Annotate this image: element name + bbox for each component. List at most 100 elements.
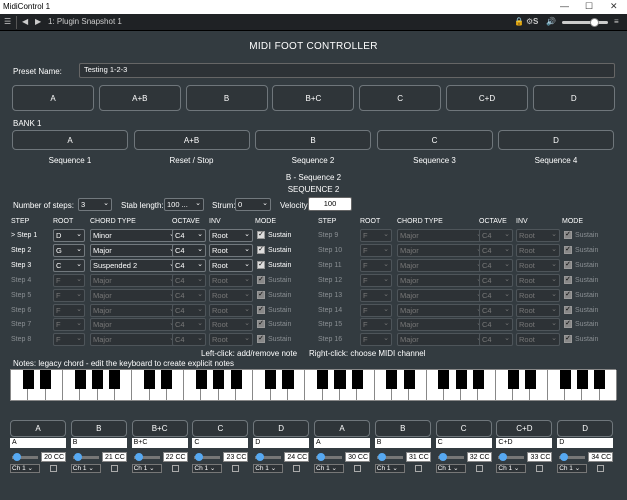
step-octave-select[interactable]: C4 ⌄ bbox=[479, 333, 513, 347]
stab-select[interactable]: 100 ... ⌄ bbox=[164, 198, 204, 211]
step-inv-select[interactable]: Root ⌄ bbox=[516, 303, 560, 317]
midi-channel-select[interactable]: Ch 1 ⌄ bbox=[70, 464, 101, 473]
black-key[interactable] bbox=[195, 370, 207, 389]
step-chord-select[interactable]: Major⌄ bbox=[397, 243, 485, 257]
cc-number-field[interactable]: 30 CC bbox=[345, 452, 370, 462]
sustain-checkbox[interactable]: ✓ bbox=[257, 290, 265, 299]
cc-number-field[interactable]: 32 CC bbox=[466, 452, 492, 462]
velocity-input[interactable]: 100 bbox=[308, 197, 352, 211]
cc-slider[interactable] bbox=[71, 453, 101, 462]
top-button-c[interactable]: C bbox=[359, 85, 442, 111]
black-key[interactable] bbox=[403, 370, 415, 389]
black-key[interactable] bbox=[143, 370, 156, 389]
bank-button-b[interactable]: B bbox=[255, 130, 371, 150]
step-chord-select[interactable]: Major⌄ bbox=[90, 333, 178, 347]
sustain-checkbox[interactable]: ✓ bbox=[564, 231, 572, 239]
footswitch-name-field[interactable]: B bbox=[374, 438, 431, 448]
footswitch-button[interactable]: B+C bbox=[131, 420, 188, 437]
cc-number-field[interactable]: 20 CC bbox=[41, 452, 66, 462]
volume-knob[interactable] bbox=[590, 18, 599, 27]
black-key[interactable] bbox=[213, 370, 225, 389]
cc-number-field[interactable]: 22 CC bbox=[162, 452, 188, 462]
footswitch-button[interactable]: C bbox=[435, 420, 492, 437]
black-key[interactable] bbox=[40, 370, 52, 389]
settings-icon[interactable]: ☰ bbox=[4, 17, 11, 26]
cc-slider[interactable] bbox=[375, 453, 405, 462]
step-inv-select[interactable]: Root ⌄ bbox=[209, 318, 253, 332]
top-button-b[interactable]: B bbox=[185, 85, 268, 111]
step-root-select[interactable]: G ⌄ bbox=[53, 243, 85, 257]
footswitch-button[interactable]: C bbox=[192, 420, 249, 437]
midi-channel-select[interactable]: Ch 1 ⌄ bbox=[192, 464, 223, 473]
step-inv-select[interactable]: Root ⌄ bbox=[516, 318, 560, 332]
cc-number-field[interactable]: 24 CC bbox=[284, 452, 310, 462]
top-button-d[interactable]: D bbox=[532, 85, 615, 111]
step-chord-select[interactable]: Major⌄ bbox=[90, 273, 178, 287]
bank-button-c[interactable]: C bbox=[376, 130, 493, 150]
footswitch-name-field[interactable]: B bbox=[70, 438, 127, 448]
step-root-select[interactable]: F ⌄ bbox=[360, 273, 392, 287]
black-key[interactable] bbox=[594, 370, 606, 389]
step-chord-select[interactable]: Major⌄ bbox=[90, 243, 178, 257]
step-octave-select[interactable]: C4 ⌄ bbox=[479, 303, 513, 317]
cc-slider[interactable] bbox=[10, 453, 40, 462]
step-root-select[interactable]: F ⌄ bbox=[53, 303, 85, 317]
step-inv-select[interactable]: Root ⌄ bbox=[209, 229, 253, 242]
cc-slider[interactable] bbox=[253, 453, 283, 462]
top-button-a[interactable]: A bbox=[12, 85, 94, 111]
footswitch-name-field[interactable]: D bbox=[557, 438, 614, 448]
toggle-checkbox[interactable] bbox=[354, 465, 361, 472]
black-key[interactable] bbox=[265, 370, 277, 389]
sustain-checkbox[interactable]: ✓ bbox=[564, 275, 572, 284]
preset-name-input[interactable]: Testing 1-2-3 bbox=[79, 63, 615, 78]
step-octave-select[interactable]: C4 ⌄ bbox=[172, 229, 206, 242]
sustain-checkbox[interactable]: ✓ bbox=[257, 245, 265, 254]
toggle-checkbox[interactable] bbox=[475, 465, 483, 472]
black-key[interactable] bbox=[317, 370, 329, 389]
step-chord-select[interactable]: Minor⌄ bbox=[90, 229, 178, 242]
footswitch-name-field[interactable]: C bbox=[192, 438, 249, 448]
toggle-checkbox[interactable] bbox=[536, 465, 544, 472]
s-button[interactable]: S bbox=[533, 17, 538, 26]
sustain-checkbox[interactable]: ✓ bbox=[257, 320, 265, 329]
maximize-icon[interactable]: ☐ bbox=[585, 1, 593, 12]
sustain-checkbox[interactable]: ✓ bbox=[564, 290, 572, 299]
step-octave-select[interactable]: C4 ⌄ bbox=[172, 258, 206, 272]
step-root-select[interactable]: F ⌄ bbox=[360, 303, 392, 317]
volume-slider[interactable] bbox=[562, 21, 608, 24]
step-root-select[interactable]: C ⌄ bbox=[53, 258, 85, 272]
midi-channel-select[interactable]: Ch 1 ⌄ bbox=[314, 464, 344, 473]
step-chord-select[interactable]: Major⌄ bbox=[397, 333, 485, 347]
cc-number-field[interactable]: 21 CC bbox=[101, 452, 127, 462]
step-inv-select[interactable]: Root ⌄ bbox=[209, 288, 253, 302]
footswitch-name-field[interactable]: A bbox=[314, 438, 370, 448]
next-snapshot-icon[interactable]: ▶ bbox=[35, 17, 41, 26]
step-root-select[interactable]: D ⌄ bbox=[53, 229, 85, 242]
midi-channel-select[interactable]: Ch 1 ⌄ bbox=[557, 464, 588, 473]
step-chord-select[interactable]: Major⌄ bbox=[90, 288, 178, 302]
step-chord-select[interactable]: Major⌄ bbox=[397, 288, 485, 302]
cc-slider[interactable] bbox=[436, 453, 466, 462]
step-octave-select[interactable]: C4 ⌄ bbox=[172, 273, 206, 287]
black-key[interactable] bbox=[386, 370, 398, 389]
step-root-select[interactable]: F ⌄ bbox=[53, 333, 85, 347]
step-inv-select[interactable]: Root ⌄ bbox=[209, 273, 253, 287]
step-octave-select[interactable]: C4 ⌄ bbox=[172, 243, 206, 257]
top-button-a-b[interactable]: A+B bbox=[98, 85, 181, 111]
top-button-b-c[interactable]: B+C bbox=[272, 85, 355, 111]
close-icon[interactable]: ✕ bbox=[610, 1, 618, 12]
black-key[interactable] bbox=[74, 370, 86, 389]
footswitch-button[interactable]: B bbox=[374, 420, 431, 437]
step-octave-select[interactable]: C4 ⌄ bbox=[479, 318, 513, 332]
step-octave-select[interactable]: C4 ⌄ bbox=[479, 273, 513, 287]
step-chord-select[interactable]: Major⌄ bbox=[397, 318, 485, 332]
step-root-select[interactable]: F ⌄ bbox=[53, 318, 85, 332]
toggle-checkbox[interactable] bbox=[597, 465, 605, 472]
midi-channel-select[interactable]: Ch 1 ⌄ bbox=[496, 464, 527, 473]
toggle-checkbox[interactable] bbox=[50, 465, 57, 472]
footswitch-button[interactable]: D bbox=[253, 420, 310, 437]
step-root-select[interactable]: F ⌄ bbox=[360, 333, 392, 347]
step-inv-select[interactable]: Root ⌄ bbox=[209, 243, 253, 257]
sustain-checkbox[interactable]: ✓ bbox=[564, 335, 572, 344]
black-key[interactable] bbox=[109, 370, 121, 389]
